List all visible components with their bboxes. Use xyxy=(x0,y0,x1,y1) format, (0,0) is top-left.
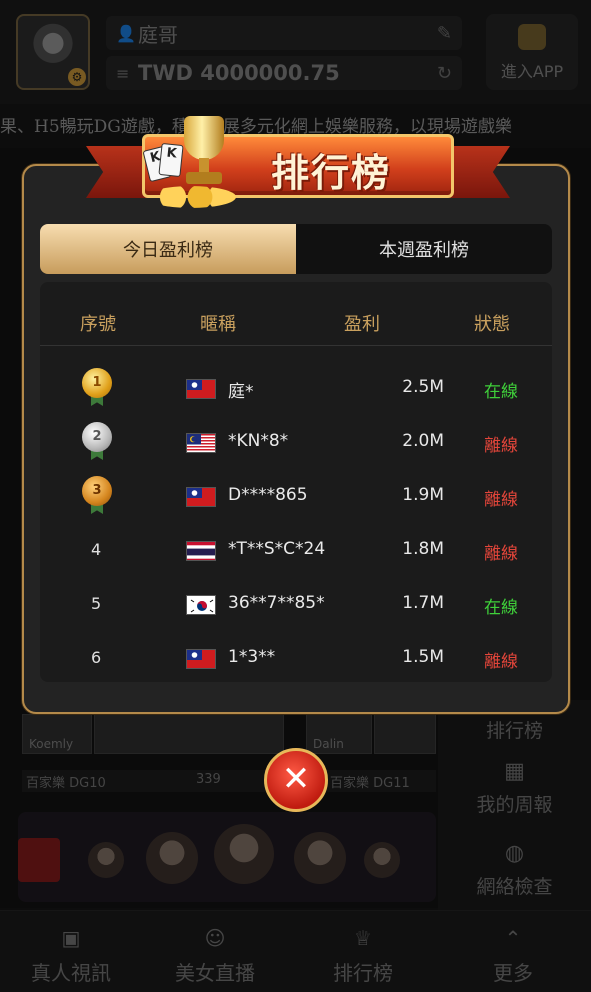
column-header-nickname: 暱稱 xyxy=(200,314,236,335)
player-profit: 1.8M xyxy=(402,539,444,559)
leaderboard-modal: 今日盈利榜 本週盈利榜 序號 暱稱 盈利 狀態 1 庭* 2.5M 在線 2 *KN*8*… xyxy=(22,164,570,714)
table-row[interactable]: 2 *KN*8* 2.0M 離線 xyxy=(40,416,552,470)
player-nickname: 36**7**85* xyxy=(228,593,325,613)
leaderboard-table: 序號 暱稱 盈利 狀態 1 庭* 2.5M 在線 2 *KN*8* 2.0M 離線 3 D****… xyxy=(40,282,552,682)
tab-daily-profit[interactable]: 今日盈利榜 xyxy=(40,224,296,274)
gold-medal-icon: 1 xyxy=(82,368,112,408)
malaysia-flag-icon xyxy=(186,433,216,453)
rank-number: 4 xyxy=(91,540,102,559)
player-status: 離線 xyxy=(484,544,518,564)
column-header-rank: 序號 xyxy=(80,314,116,335)
leaderboard-banner: K K 排行榜 xyxy=(86,112,510,224)
rank-number: 5 xyxy=(91,594,102,613)
table-header: 序號 暱稱 盈利 狀態 xyxy=(40,282,552,346)
table-row[interactable]: 5 36**7**85* 1.7M 在線 xyxy=(40,578,552,632)
coins-icon xyxy=(146,186,236,208)
player-status: 在線 xyxy=(484,382,518,402)
table-row[interactable]: 3 D****865 1.9M 離線 xyxy=(40,470,552,524)
player-profit: 1.5M xyxy=(402,647,444,667)
player-profit: 2.5M xyxy=(402,377,444,397)
player-nickname: 庭* xyxy=(228,382,254,402)
rank-number: 6 xyxy=(91,648,102,667)
modal-title: 排行榜 xyxy=(270,151,391,195)
player-nickname: *T**S*C*24 xyxy=(228,539,326,559)
player-status: 在線 xyxy=(484,598,518,618)
taiwan-flag-icon xyxy=(186,649,216,669)
silver-medal-icon: 2 xyxy=(82,422,112,462)
player-nickname: *KN*8* xyxy=(228,431,289,451)
close-button[interactable]: ✕ xyxy=(264,748,328,812)
player-nickname: 1*3** xyxy=(228,647,276,667)
player-profit: 1.7M xyxy=(402,593,444,613)
table-row[interactable]: 6 1*3** 1.5M 離線 xyxy=(40,632,552,686)
player-nickname: D****865 xyxy=(228,485,308,505)
tab-bar: 今日盈利榜 本週盈利榜 xyxy=(40,224,552,274)
player-status: 離線 xyxy=(484,490,518,510)
taiwan-flag-icon xyxy=(186,379,216,399)
table-row[interactable]: 4 *T**S*C*24 1.8M 離線 xyxy=(40,524,552,578)
player-status: 離線 xyxy=(484,652,518,672)
tab-weekly-profit[interactable]: 本週盈利榜 xyxy=(296,224,552,274)
column-header-status: 狀態 xyxy=(474,314,510,335)
bronze-medal-icon: 3 xyxy=(82,476,112,516)
player-profit: 2.0M xyxy=(402,431,444,451)
taiwan-flag-icon xyxy=(186,487,216,507)
player-profit: 1.9M xyxy=(402,485,444,505)
column-header-profit: 盈利 xyxy=(344,314,380,335)
player-status: 離線 xyxy=(484,436,518,456)
table-row[interactable]: 1 庭* 2.5M 在線 xyxy=(40,362,552,416)
thailand-flag-icon xyxy=(186,541,216,561)
korea-flag-icon xyxy=(186,595,216,615)
